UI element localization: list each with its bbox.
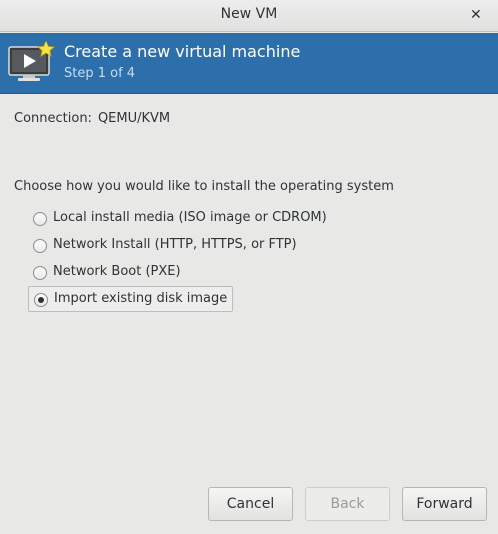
step-indicator: Step 1 of 4 <box>64 66 136 81</box>
page-heading: Create a new virtual machine <box>64 42 301 61</box>
radio-label: Local install media (ISO image or CDROM) <box>53 210 327 225</box>
close-icon[interactable]: ✕ <box>470 6 484 24</box>
install-question: Choose how you would like to install the… <box>14 179 394 194</box>
connection-label: Connection: <box>14 111 92 126</box>
radio-button[interactable] <box>33 212 47 226</box>
radio-network-install[interactable]: Network Install (HTTP, HTTPS, or FTP) <box>28 233 302 259</box>
forward-button[interactable]: Forward <box>402 487 487 521</box>
radio-label: Network Boot (PXE) <box>53 264 181 279</box>
window-title: New VM <box>220 6 278 22</box>
radio-button[interactable] <box>33 266 47 280</box>
radio-label: Import existing disk image <box>54 291 228 306</box>
connection-value: QEMU/KVM <box>97 111 171 126</box>
header-banner: Create a new virtual machine Step 1 of 4 <box>0 33 498 94</box>
radio-network-boot[interactable]: Network Boot (PXE) <box>28 260 186 286</box>
back-button[interactable]: Back <box>305 487 390 521</box>
radio-local-media[interactable]: Local install media (ISO image or CDROM) <box>28 206 332 232</box>
vm-monitor-new-icon <box>8 41 55 81</box>
radio-import-disk[interactable]: Import existing disk image <box>28 286 234 312</box>
radio-button[interactable] <box>34 293 48 307</box>
cancel-button[interactable]: Cancel <box>208 487 293 521</box>
connection-row: Connection: QEMU/KVM <box>14 111 170 126</box>
title-bar: New VM ✕ <box>0 0 498 32</box>
radio-button[interactable] <box>33 239 47 253</box>
radio-label: Network Install (HTTP, HTTPS, or FTP) <box>53 237 297 252</box>
